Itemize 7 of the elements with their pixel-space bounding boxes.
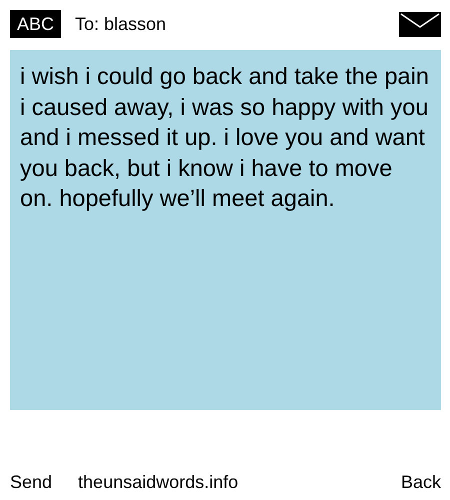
app-badge: ABC	[10, 10, 62, 38]
send-link[interactable]: Send	[10, 472, 52, 493]
back-link[interactable]: Back	[400, 472, 441, 493]
site-address: theunsaidwords.info	[78, 472, 240, 493]
message-text: i wish i could go back and take the pain i caused away, i was so happy with you and i messed it up. i love you and want you back, but i know i have to move on. hopefully we’ll meet again.	[10, 50, 441, 410]
recipient-label: To: blasson	[75, 14, 168, 34]
envelope-icon[interactable]	[399, 12, 441, 36]
